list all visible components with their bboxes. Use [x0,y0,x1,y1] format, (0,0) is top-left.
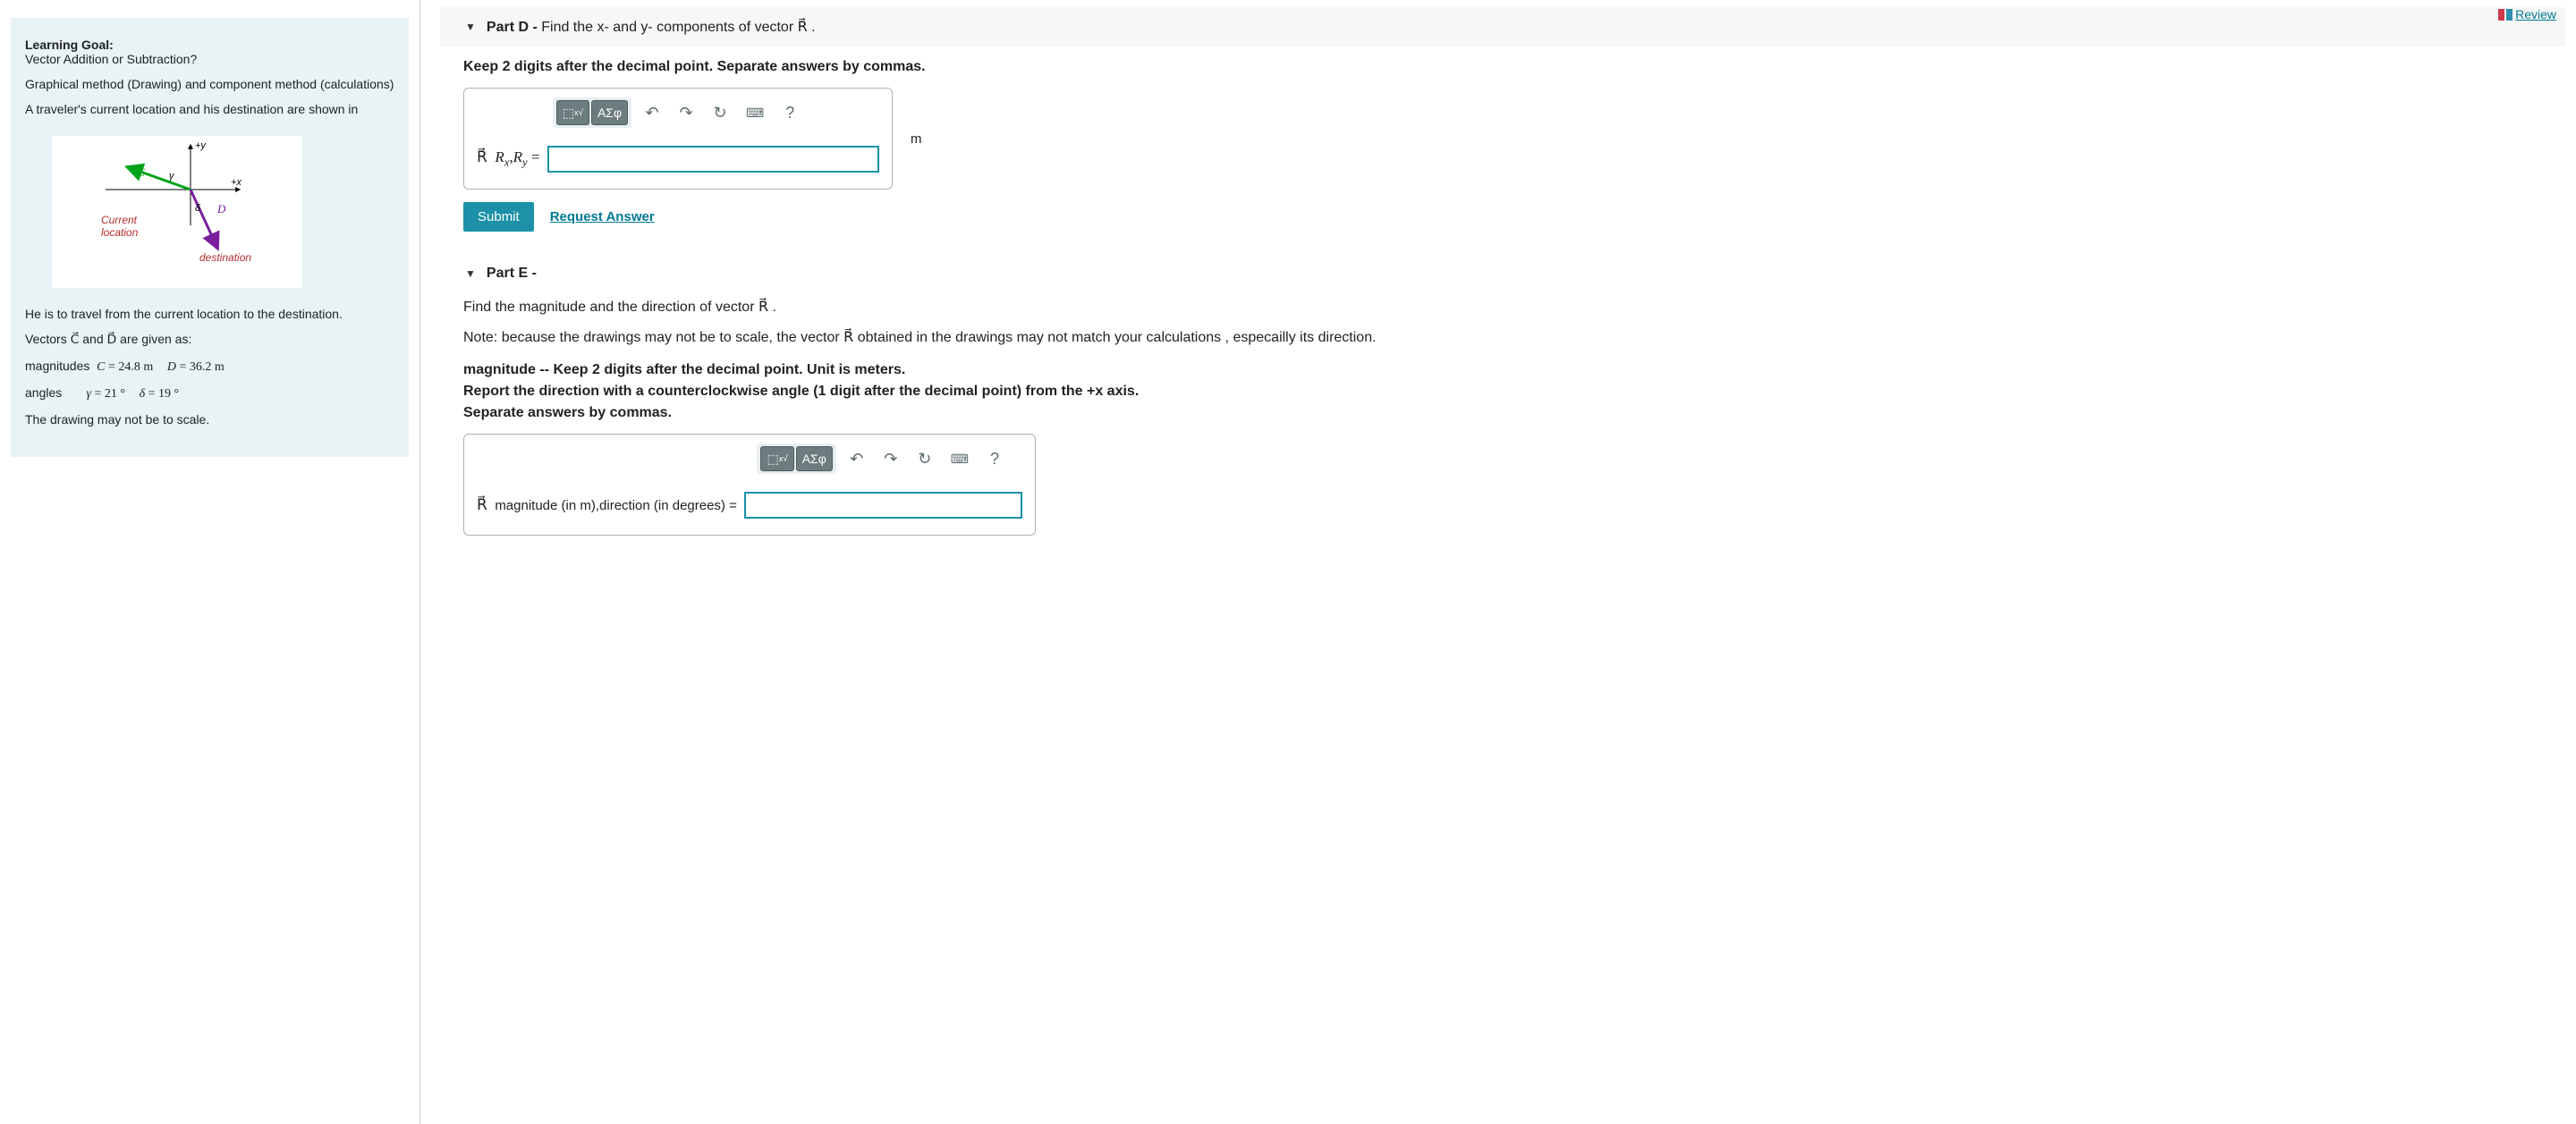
toolbar-e: ⬚x√ ΑΣφ ↶ ↷ ↻ ⌨ ? [464,435,1035,483]
part-e-body: Find the magnitude and the direction of … [463,294,2565,536]
part-e-subtitle: Find the magnitude and the direction of … [463,294,2565,325]
templates-button[interactable]: ⬚x√ [556,100,589,125]
answer-box-e: ⬚x√ ΑΣφ ↶ ↷ ↻ ⌨ ? R⃗ magnitude (in m),di… [463,434,1036,536]
answer-d-input[interactable] [547,146,879,173]
travel-text: He is to travel from the current locatio… [25,307,394,321]
vector-diagram: +y +x C⃗ γ D⃗ δ Current location destina… [52,136,302,288]
reset-button[interactable]: ↻ [911,446,938,471]
answer-d-unit: m [902,131,922,147]
submit-button-d[interactable]: Submit [463,202,534,232]
vector-d-label: D⃗ [216,202,235,216]
vector-c-label: C⃗ [137,165,154,179]
axis-x-label: +x [231,177,242,188]
destination-label: destination [199,251,251,264]
answer-d-prefix: R⃗ Rx,Ry = [477,148,540,169]
undo-button[interactable]: ↶ [843,446,870,471]
part-e-header[interactable]: ▼ Part E - [440,255,2565,283]
toolbar-d: ⬚x√ ΑΣφ ↶ ↷ ↻ ⌨ ? [464,89,892,137]
collapse-icon: ▼ [465,21,476,33]
review-link[interactable]: Review [2498,7,2556,21]
part-d-body: Keep 2 digits after the decimal point. S… [463,59,2565,232]
part-d-label: Part D - [487,20,541,35]
redo-button[interactable]: ↷ [673,100,699,125]
collapse-icon: ▼ [465,267,476,280]
part-e-line1: magnitude -- Keep 2 digits after the dec… [463,362,2565,378]
request-answer-link-d[interactable]: Request Answer [550,209,655,224]
redo-button[interactable]: ↷ [877,446,904,471]
answer-e-input[interactable] [744,492,1022,519]
help-button[interactable]: ? [776,100,803,125]
right-column: Review ▼ Part D - Find the x- and y- com… [420,0,2576,1124]
scale-note: The drawing may not be to scale. [25,412,394,427]
part-d-header[interactable]: ▼ Part D - Find the x- and y- components… [440,7,2565,46]
part-d-instructions: Keep 2 digits after the decimal point. S… [463,59,2565,75]
help-button[interactable]: ? [981,446,1008,471]
keyboard-button[interactable]: ⌨ [741,100,769,125]
part-e-line2: Report the direction with a counterclock… [463,384,2565,400]
reset-button[interactable]: ↻ [707,100,733,125]
keyboard-button[interactable]: ⌨ [945,446,974,471]
learning-goal-title: Learning Goal: [25,38,114,52]
current-loc-label-2: location [101,226,139,239]
delta-label: δ [195,203,201,214]
angles-line: angles γ = 21 ° δ = 19 ° [25,385,394,401]
magnitudes-line: magnitudes C = 24.8 m D = 36.2 m [25,359,394,375]
vectors-given-line: Vectors C⃗ and D⃗ are given as: [25,332,394,348]
left-column: Learning Goal: Vector Addition or Subtra… [0,0,420,1124]
gamma-label: γ [169,171,175,182]
current-loc-label-1: Current [101,214,138,226]
learning-goal-panel: Learning Goal: Vector Addition or Subtra… [11,18,409,457]
greek-button[interactable]: ΑΣφ [591,100,628,125]
undo-button[interactable]: ↶ [639,100,665,125]
axis-y-label: +y [195,140,207,151]
templates-button[interactable]: ⬚x√ [760,446,793,471]
greek-button[interactable]: ΑΣφ [796,446,833,471]
method-text: Graphical method (Drawing) and component… [25,77,394,91]
location-text: A traveler's current location and his de… [25,102,394,116]
part-e-line3: Separate answers by commas. [463,405,2565,421]
review-icon [2498,9,2512,21]
learning-goal-text: Vector Addition or Subtraction? [25,52,197,66]
answer-e-prefix: R⃗ magnitude (in m),direction (in degree… [477,496,737,514]
part-e-note: Note: because the drawings may not be to… [463,325,2565,357]
answer-box-d: ⬚x√ ΑΣφ ↶ ↷ ↻ ⌨ ? R⃗ Rx,Ry = [463,88,893,190]
part-e-label: Part E - [487,266,537,282]
